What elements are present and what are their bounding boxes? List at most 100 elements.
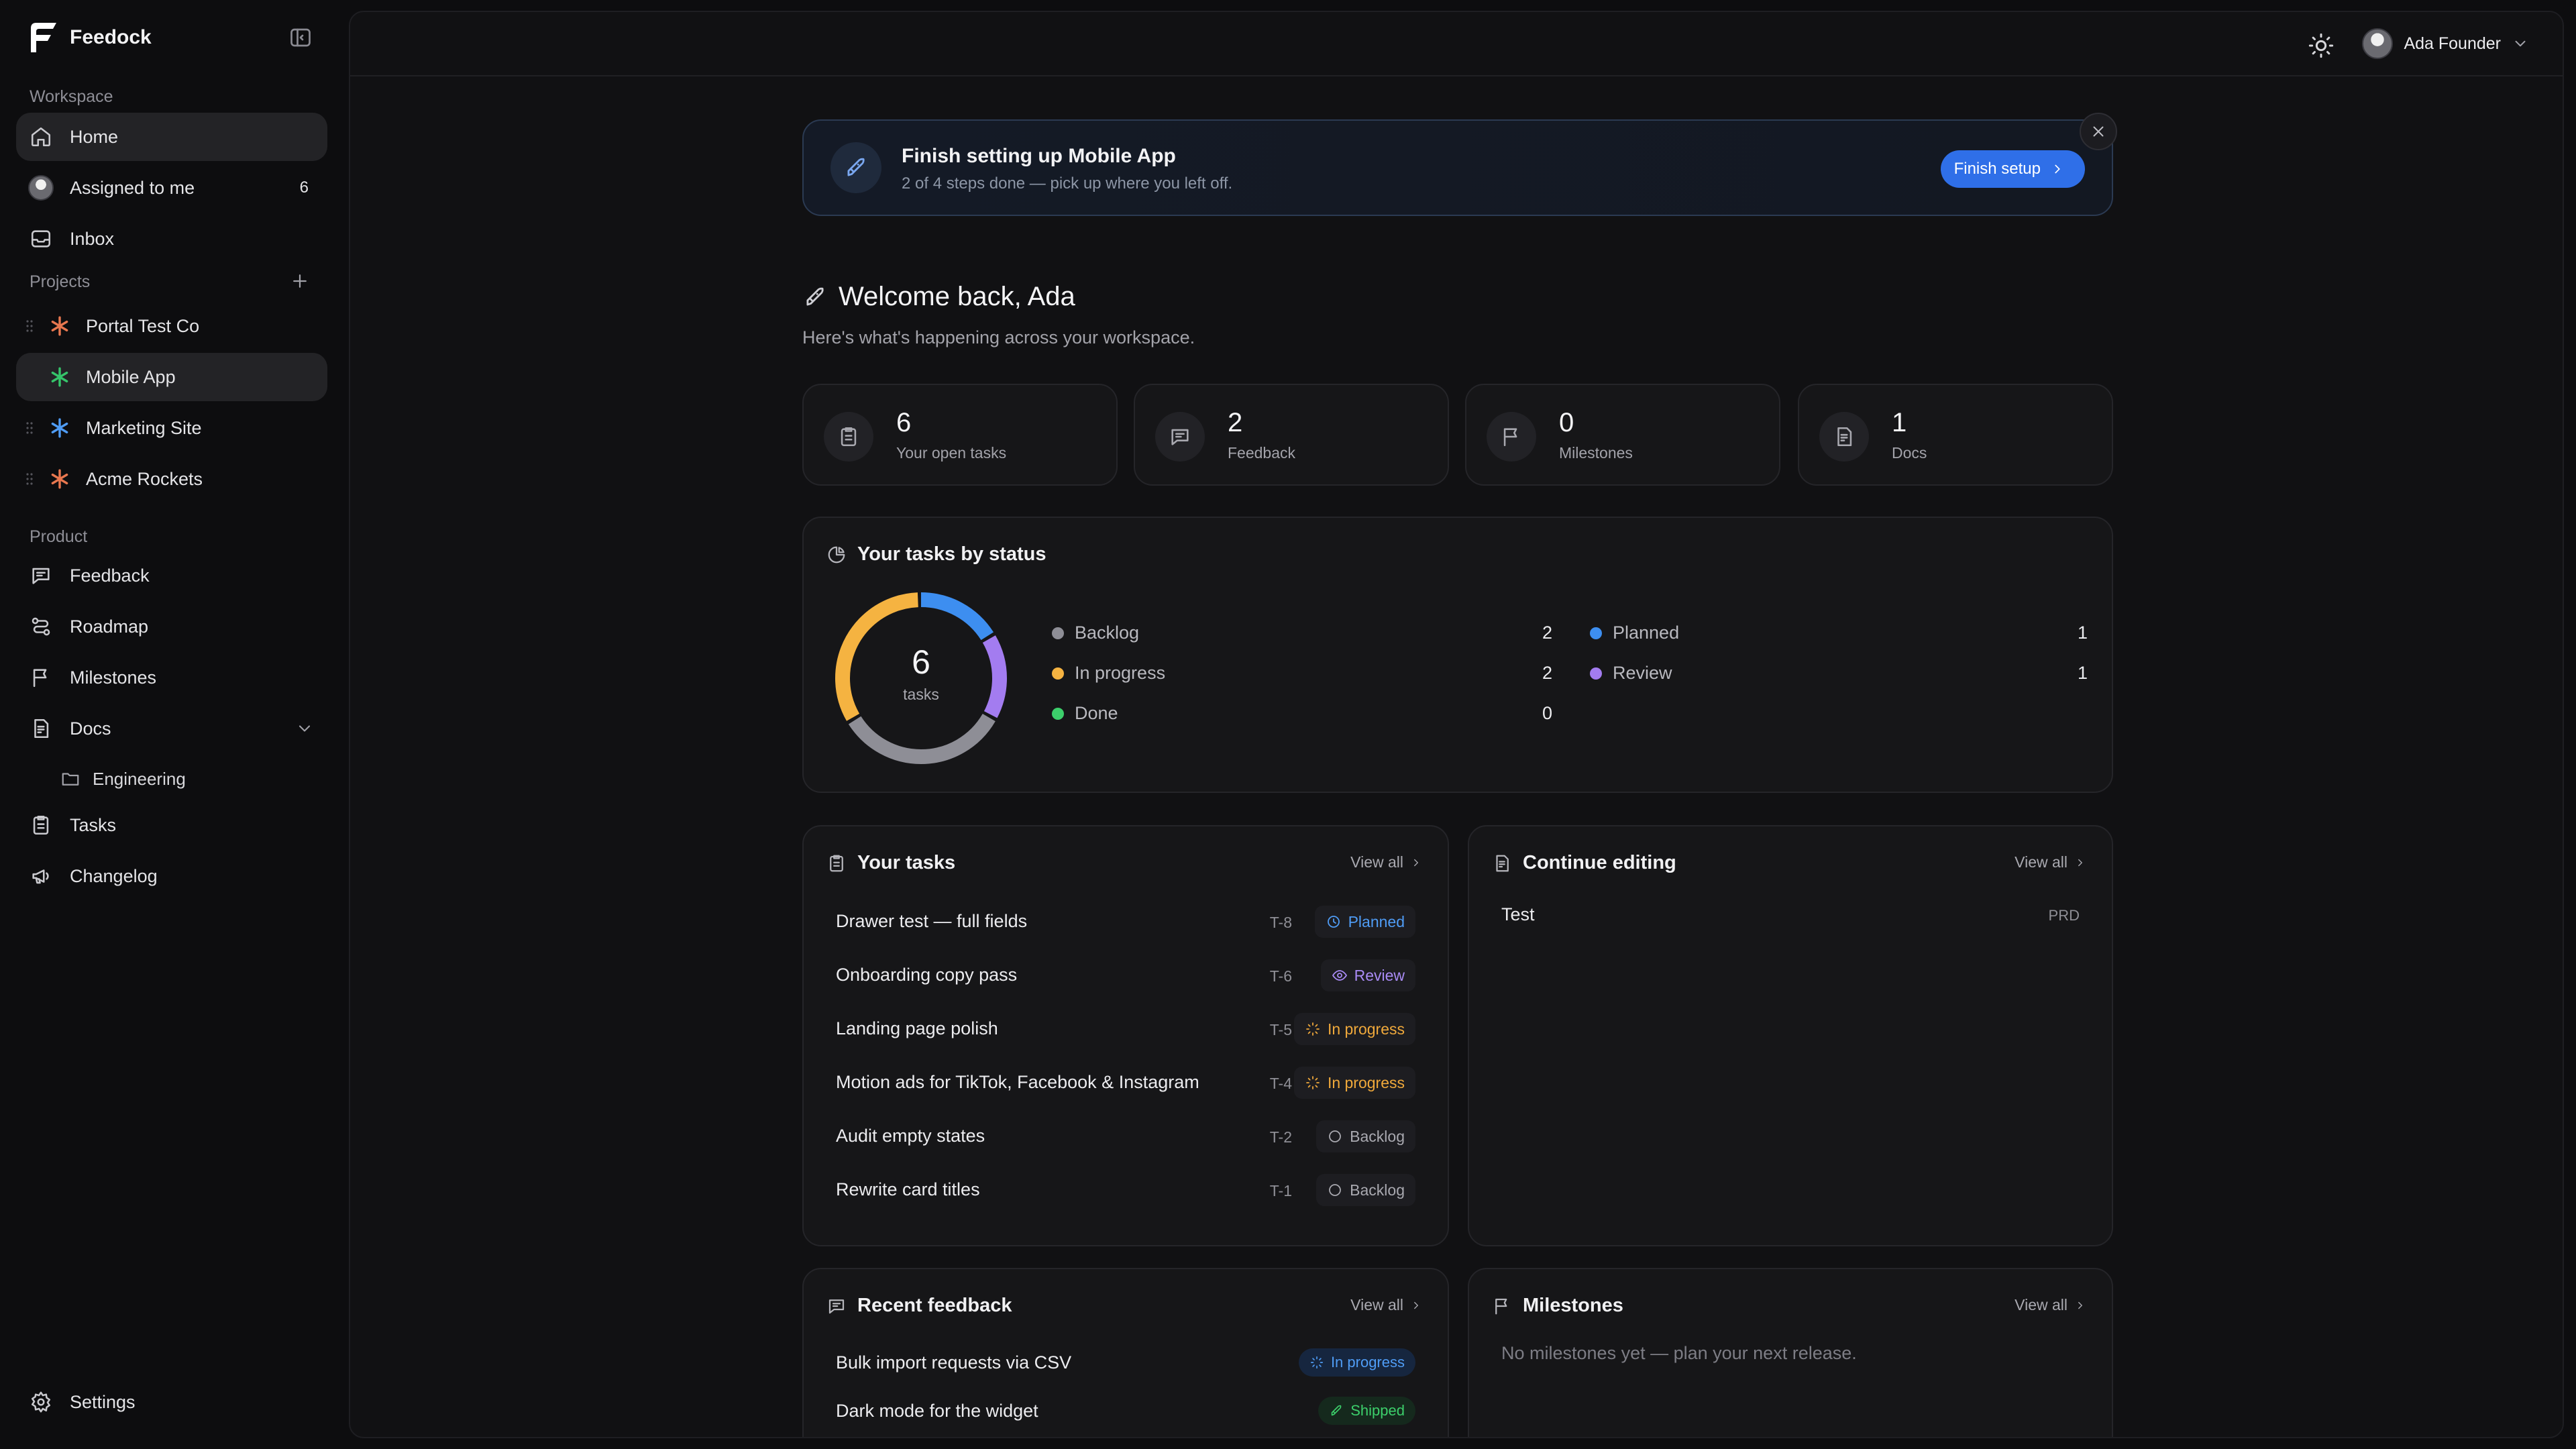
drag-handle-icon[interactable] — [25, 318, 34, 334]
task-row[interactable]: Onboarding copy pass T-6 Review — [804, 950, 1448, 1004]
sidebar-item-label: Roadmap — [70, 616, 149, 637]
sidebar-item-label: Marketing Site — [86, 417, 202, 438]
task-row[interactable]: Audit empty states T-2 Backlog — [804, 1111, 1448, 1165]
task-id: T-1 — [1269, 1182, 1292, 1199]
message-icon — [1155, 412, 1205, 462]
view-all-label: View all — [1350, 853, 1403, 871]
legend-dot — [1590, 627, 1602, 639]
view-all-link[interactable]: View all — [2015, 853, 2086, 871]
doc-icon — [1819, 412, 1869, 462]
user-menu[interactable]: Ada Founder — [2362, 28, 2529, 59]
doc-item-title[interactable]: Test — [1501, 904, 1535, 925]
card-title: Continue editing — [1492, 852, 1676, 874]
sidebar-item-settings[interactable]: Settings — [16, 1378, 327, 1426]
task-status-badge: Review — [1320, 959, 1415, 991]
task-row[interactable]: Rewrite card titles T-1 Backlog — [804, 1165, 1448, 1218]
finish-setup-label: Finish setup — [1953, 160, 2041, 178]
flag-icon — [33, 669, 47, 688]
sidebar-item-roadmap[interactable]: Roadmap — [16, 602, 327, 651]
recent-feedback-card: Recent feedback View all Bulk import req… — [802, 1268, 1449, 1437]
sidebar-project-marketing-site[interactable]: Marketing Site — [16, 404, 327, 452]
banner-title: Finish setting up Mobile App — [902, 145, 1176, 167]
stat-milestones[interactable]: 0 Milestones — [1465, 384, 1780, 486]
task-row[interactable]: Landing page polish T-5 In progress — [804, 1004, 1448, 1057]
task-title: Motion ads for TikTok, Facebook & Instag… — [836, 1072, 1199, 1092]
status-label: Backlog — [1350, 1181, 1405, 1199]
sidebar-project-acme-rockets[interactable]: Acme Rockets — [16, 455, 327, 503]
task-title: Drawer test — full fields — [836, 911, 1028, 931]
view-all-link[interactable]: View all — [2015, 1296, 2086, 1314]
donut-total: 6 — [912, 643, 930, 681]
sidebar-project-mobile-app[interactable]: Mobile App — [16, 353, 327, 401]
sidebar-item-changelog[interactable]: Changelog — [16, 852, 327, 900]
task-status-badge: Planned — [1314, 906, 1415, 938]
flag-icon — [1495, 1298, 1507, 1314]
donut-total-label: tasks — [903, 686, 939, 703]
legend-label: Planned — [1613, 623, 1680, 643]
sidebar-item-label: Feedback — [70, 565, 150, 586]
drag-handle-icon[interactable] — [25, 471, 34, 487]
sidebar-item-milestones[interactable]: Milestones — [16, 653, 327, 702]
legend-label: Backlog — [1075, 623, 1140, 643]
status-label: In progress — [1327, 1073, 1405, 1091]
clipboard-icon — [824, 412, 873, 462]
banner-subtitle: 2 of 4 steps done — pick up where you le… — [902, 174, 1233, 193]
card-title: Recent feedback — [826, 1295, 1012, 1317]
sidebar-item-inbox[interactable]: Inbox — [16, 215, 327, 263]
avatar — [28, 175, 54, 201]
brand[interactable]: Feedock — [30, 20, 152, 55]
stat-docs[interactable]: 1 Docs — [1798, 384, 2113, 486]
feedback-row[interactable]: Dark mode for the widget Shipped — [804, 1387, 1448, 1436]
card-title: Your tasks by status — [826, 543, 1046, 566]
legend-dot — [1052, 627, 1064, 639]
milestones-empty-state: No milestones yet — plan your next relea… — [1501, 1343, 1857, 1363]
task-row[interactable]: Motion ads for TikTok, Facebook & Instag… — [804, 1057, 1448, 1111]
chevron-down-icon[interactable] — [295, 719, 314, 738]
stat-open-tasks[interactable]: 6 Your open tasks — [802, 384, 1118, 486]
drag-handle-icon[interactable] — [25, 420, 34, 436]
projects-section-label: Projects — [30, 272, 91, 291]
eye-icon — [1332, 970, 1347, 981]
chevron-right-icon — [2055, 164, 2060, 174]
finish-setup-button[interactable]: Finish setup — [1940, 150, 2085, 188]
stat-value: 2 — [1228, 408, 1243, 437]
pie-chart-icon — [828, 546, 845, 563]
sidebar-item-feedback[interactable]: Feedback — [16, 551, 327, 600]
view-all-link[interactable]: View all — [1350, 1296, 1422, 1314]
setup-banner: Finish setting up Mobile App 2 of 4 step… — [802, 113, 2117, 216]
product-section-label: Product — [30, 527, 88, 546]
tasks-by-status-card: Your tasks by status 6 tasks Backlog 2 I… — [802, 517, 2113, 793]
legend-dot — [1052, 667, 1064, 680]
task-title: Rewrite card titles — [836, 1179, 980, 1199]
legend-backlog: Backlog — [1052, 623, 1139, 643]
legend-count: 2 — [1542, 623, 1552, 643]
sidebar-item-label: Settings — [70, 1391, 136, 1412]
rocket-icon — [1332, 1405, 1342, 1416]
close-banner-button[interactable] — [2080, 113, 2117, 150]
theme-toggle-icon[interactable] — [2308, 32, 2334, 59]
legend-count: 1 — [2077, 623, 2088, 643]
sidebar-item-label: Docs — [70, 718, 111, 739]
legend-count: 1 — [2077, 663, 2088, 683]
feedback-row[interactable]: Bulk import requests via CSV In progress — [804, 1339, 1448, 1387]
sidebar-item-label: Acme Rockets — [86, 468, 203, 489]
add-project-icon[interactable] — [290, 271, 310, 291]
top-bar: Ada Founder — [350, 12, 2563, 76]
stat-feedback[interactable]: 2 Feedback — [1134, 384, 1449, 486]
sidebar-item-tasks[interactable]: Tasks — [16, 801, 327, 849]
sidebar-item-home[interactable]: Home — [16, 113, 327, 161]
sidebar-item-assigned[interactable]: Assigned to me 6 — [16, 164, 327, 212]
sidebar-toggle-icon[interactable] — [288, 25, 313, 50]
sidebar-item-docs[interactable]: Docs — [16, 704, 327, 753]
megaphone-icon — [32, 869, 49, 884]
status-label: Planned — [1348, 912, 1405, 930]
sidebar-project-portal-test-co[interactable]: Portal Test Co — [16, 302, 327, 350]
sidebar-doc-engineering[interactable]: Engineering — [60, 763, 186, 794]
stat-label: Milestones — [1559, 444, 1633, 462]
card-title-text: Continue editing — [1523, 852, 1676, 873]
task-row[interactable]: Drawer test — full fields T-8 Planned — [804, 896, 1448, 950]
view-all-link[interactable]: View all — [1350, 853, 1422, 871]
rocket-icon — [806, 287, 824, 306]
legend-label: Review — [1613, 663, 1672, 683]
sidebar: Feedock Workspace Home Assigned to me 6 … — [0, 0, 349, 1449]
